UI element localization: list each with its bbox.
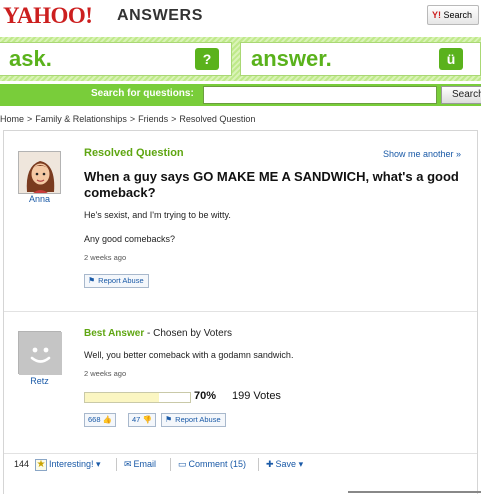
question-section: Anna Resolved Question Show me another »… (4, 131, 477, 311)
answerer-avatar[interactable] (18, 331, 62, 375)
best-answer-section: Retz Best Answer - Chosen by Voters Well… (4, 311, 477, 441)
comment-label: Comment (15) (188, 459, 247, 469)
answerer-name[interactable]: Retz (18, 376, 61, 386)
thumbs-down-button[interactable]: 47 👎 (128, 413, 156, 427)
question-timestamp: 2 weeks ago (84, 253, 127, 262)
question-detail: He's sexist, and I'm trying to be witty. (84, 210, 231, 220)
best-answer-label: Best Answer (84, 328, 145, 339)
action-divider (258, 458, 259, 471)
answer-timestamp: 2 weeks ago (84, 369, 127, 378)
star-count: 144 (14, 459, 30, 469)
resolved-question-heading: Resolved Question (84, 147, 184, 159)
vote-progress-bar (84, 392, 191, 403)
ask-answer-band: ask. ? answer. ü (0, 37, 481, 81)
ask-panel[interactable]: ask. ? (0, 42, 232, 76)
comment-button[interactable]: ▭ Comment (15) (178, 459, 246, 470)
question-panel: Anna Resolved Question Show me another »… (3, 130, 478, 494)
save-label: Save (275, 459, 297, 469)
breadcrumb-separator: > (171, 114, 177, 124)
breadcrumb-friends[interactable]: Friends (138, 114, 168, 124)
save-button[interactable]: ✚ Save ▾ (266, 459, 303, 470)
thumbs-down-count: 47 (132, 415, 141, 424)
envelope-icon: ✉ (124, 459, 132, 469)
flag-icon: ⚑ (88, 276, 96, 285)
vote-percent: 70% (194, 390, 217, 402)
smiley-icon: ü (439, 48, 463, 70)
search-label: Search for questions: (91, 88, 194, 99)
chevron-down-icon: ▾ (298, 459, 304, 469)
interesting-button[interactable]: ★ Interesting! ▾ (35, 459, 101, 471)
page-header: YAHOO! ANSWERS Y! Search (0, 0, 481, 36)
thumbs-up-button[interactable]: 668 👍 (84, 413, 116, 427)
comment-bubble-icon: ▭ (178, 459, 187, 469)
question-smiley-icon: ? (195, 48, 219, 70)
ask-label: ask. (9, 46, 52, 71)
thumbs-up-icon: 👍 (102, 415, 112, 424)
vote-progress-fill (85, 393, 159, 402)
report-abuse-label: Report Abuse (175, 415, 221, 424)
yahoo-y-icon: Y! (432, 10, 441, 20)
best-answer-heading: Best Answer - Chosen by Voters (84, 328, 232, 339)
report-abuse-button[interactable]: ⚑ Report Abuse (161, 413, 226, 427)
report-abuse-label: Report Abuse (98, 276, 144, 285)
thumbs-down-icon: 👎 (142, 415, 152, 424)
email-label: Email (133, 459, 157, 469)
answer-text: Well, you better comeback with a godamn … (84, 350, 294, 360)
question-detail: Any good comebacks? (84, 234, 176, 244)
action-divider (116, 458, 117, 471)
breadcrumb-separator: > (27, 114, 33, 124)
show-another-link[interactable]: Show me another » (383, 149, 461, 159)
action-divider (170, 458, 171, 471)
question-action-bar: 144 ★ Interesting! ▾ ✉ Email ▭ Comment (15)… (4, 453, 477, 477)
answer-panel[interactable]: answer. ü (240, 42, 481, 76)
plus-icon: ✚ (266, 459, 274, 469)
avatar-cartoon-icon (19, 152, 60, 193)
yahoo-search-button[interactable]: Y! Search (427, 5, 479, 25)
flag-icon: ⚑ (165, 415, 173, 424)
breadcrumb-home[interactable]: Home (0, 114, 24, 124)
breadcrumb-family-relationships[interactable]: Family & Relationships (35, 114, 127, 124)
answers-product-name[interactable]: ANSWERS (117, 6, 203, 26)
asker-name[interactable]: Anna (18, 194, 61, 204)
report-abuse-button[interactable]: ⚑ Report Abuse (84, 274, 149, 288)
breadcrumb-current: Resolved Question (179, 114, 256, 124)
question-title: When a guy says GO MAKE ME A SANDWICH, w… (84, 169, 459, 200)
breadcrumb: Home > Family & Relationships > Friends > Reso… (0, 114, 255, 124)
footer-divider (348, 491, 481, 493)
default-avatar-icon (19, 332, 62, 375)
asker-avatar[interactable] (18, 151, 61, 194)
search-button[interactable]: Search (441, 86, 481, 104)
search-input[interactable] (203, 86, 437, 104)
yahoo-logo[interactable]: YAHOO! (3, 4, 93, 28)
yahoo-search-label: Search (443, 10, 473, 20)
answer-label: answer. (251, 46, 332, 71)
question-search-bar: Search for questions: Search (0, 84, 481, 106)
star-icon: ★ (35, 459, 47, 471)
interesting-label: Interesting! (49, 459, 94, 469)
vote-count: 199 Votes (232, 390, 281, 402)
thumbs-up-count: 668 (88, 415, 101, 424)
chosen-by-text: - Chosen by Voters (144, 328, 233, 339)
breadcrumb-separator: > (129, 114, 136, 124)
email-button[interactable]: ✉ Email (124, 459, 156, 470)
chevron-down-icon: ▾ (96, 459, 101, 469)
